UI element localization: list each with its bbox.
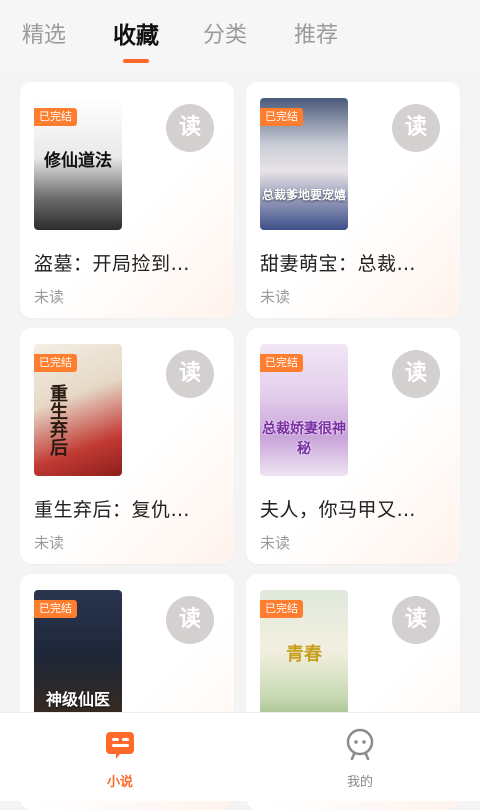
book-cover: 重生弃后 已完结 xyxy=(34,344,122,476)
read-button[interactable]: 读 xyxy=(166,596,214,644)
book-cover: 总裁爹地要宠嬉 已完结 xyxy=(260,98,348,230)
nav-novels[interactable]: 小说 xyxy=(80,727,160,790)
book-title: 夫人，你马甲又… xyxy=(260,499,417,521)
cover-title: 总裁爹地要宠嬉 xyxy=(261,188,346,202)
read-button[interactable]: 读 xyxy=(392,104,440,152)
book-card[interactable]: 重生弃后 已完结 读 重生弃后：复仇… 未读 xyxy=(20,328,234,564)
read-button[interactable]: 读 xyxy=(166,104,214,152)
completed-badge: 已完结 xyxy=(260,600,303,618)
book-card[interactable]: 总裁娇妻很神秘 已完结 读 夫人，你马甲又… 未读 xyxy=(246,328,460,564)
book-cover: 神级仙医 已完结 xyxy=(34,590,122,722)
completed-badge: 已完结 xyxy=(260,108,303,126)
cover-title: 青春 xyxy=(286,644,322,665)
tab-favorites[interactable]: 收藏 xyxy=(113,20,159,52)
profile-icon xyxy=(346,728,374,761)
read-button[interactable]: 读 xyxy=(392,350,440,398)
book-card[interactable]: 修仙道法 已完结 读 盗墓：开局捡到… 未读 xyxy=(20,82,234,318)
book-cover: 青春 已完结 xyxy=(260,590,348,722)
nav-novels-label: 小说 xyxy=(106,775,133,790)
book-title: 重生弃后：复仇… xyxy=(34,499,191,521)
book-card[interactable]: 总裁爹地要宠嬉 已完结 读 甜妻萌宝：总裁… 未读 xyxy=(246,82,460,318)
top-tab-bar: 精选 收藏 分类 推荐 xyxy=(0,0,480,72)
nav-profile[interactable]: 我的 xyxy=(320,727,400,790)
read-status: 未读 xyxy=(34,534,65,552)
tab-categories[interactable]: 分类 xyxy=(203,20,247,52)
read-button[interactable]: 读 xyxy=(392,596,440,644)
cover-title: 修仙道法 xyxy=(44,151,112,171)
bottom-nav: 小说 我的 xyxy=(0,712,480,801)
completed-badge: 已完结 xyxy=(34,600,77,618)
book-icon xyxy=(106,732,134,759)
cover-title: 重生弃后 xyxy=(47,384,68,456)
book-title: 甜妻萌宝：总裁… xyxy=(260,253,417,275)
tab-recommended[interactable]: 推荐 xyxy=(294,20,338,52)
book-cover: 总裁娇妻很神秘 已完结 xyxy=(260,344,348,476)
tab-featured[interactable]: 精选 xyxy=(22,20,66,52)
cover-title: 神级仙医 xyxy=(45,690,110,709)
completed-badge: 已完结 xyxy=(260,354,303,372)
completed-badge: 已完结 xyxy=(34,108,77,126)
active-tab-indicator xyxy=(123,59,149,63)
read-status: 未读 xyxy=(260,288,291,306)
nav-profile-label: 我的 xyxy=(346,775,373,790)
read-status: 未读 xyxy=(34,288,65,306)
book-title: 盗墓：开局捡到… xyxy=(34,253,191,275)
read-status: 未读 xyxy=(260,534,291,552)
completed-badge: 已完结 xyxy=(34,354,77,372)
cover-title: 总裁娇妻很神秘 xyxy=(262,421,346,457)
book-cover: 修仙道法 已完结 xyxy=(34,98,122,230)
read-button[interactable]: 读 xyxy=(166,350,214,398)
